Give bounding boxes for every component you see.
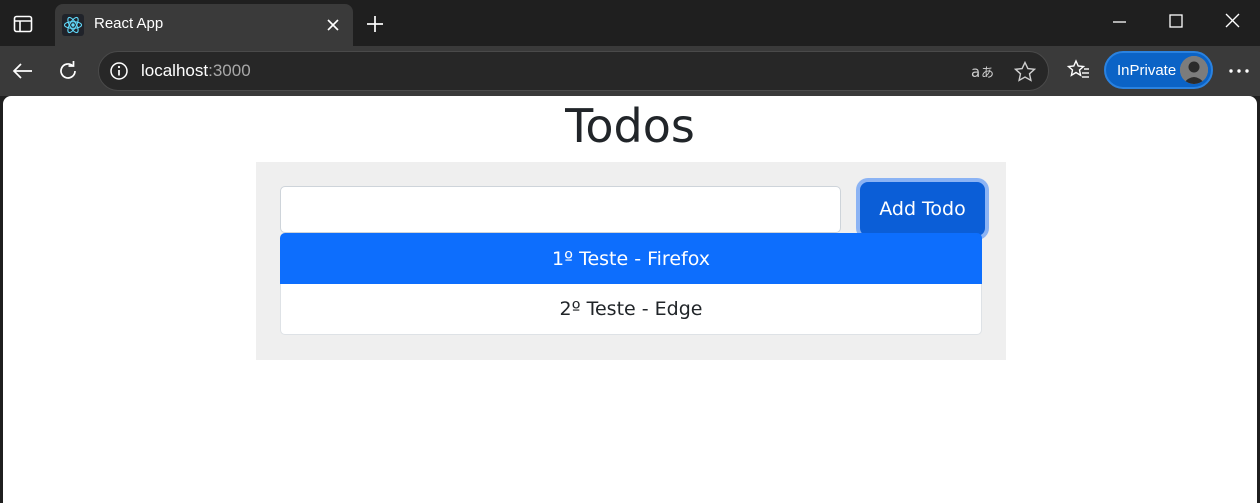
url-host: localhost — [141, 61, 209, 80]
favorites-icon[interactable] — [1066, 58, 1092, 84]
url-port: :3000 — [208, 61, 251, 80]
add-todo-button[interactable]: Add Todo — [860, 182, 985, 236]
close-icon[interactable] — [325, 17, 341, 33]
react-logo-icon — [62, 14, 84, 36]
todo-input[interactable] — [280, 186, 841, 233]
inprivate-label: InPrivate — [1117, 62, 1177, 79]
todo-list: 1º Teste - Firefox 2º Teste - Edge — [280, 233, 982, 335]
avatar — [1180, 56, 1208, 84]
tab-actions-icon[interactable] — [11, 12, 35, 36]
todo-item-1[interactable]: 1º Teste - Firefox — [280, 233, 982, 284]
address-bar[interactable]: localhost:3000 aあ — [98, 51, 1049, 91]
refresh-icon[interactable] — [55, 58, 81, 84]
browser-toolbar: localhost:3000 aあ InPrivate — [0, 46, 1260, 96]
new-tab-icon[interactable] — [363, 12, 387, 36]
page-viewport: Todos Add Todo 1º Teste - Firefox 2º Tes… — [3, 96, 1257, 503]
more-icon[interactable] — [1226, 58, 1252, 84]
title-bar: React App — [0, 0, 1260, 46]
info-icon[interactable] — [109, 61, 129, 81]
tab-title: React App — [94, 15, 164, 32]
back-icon[interactable] — [10, 58, 36, 84]
inprivate-button[interactable]: InPrivate — [1104, 51, 1213, 89]
browser-tab[interactable]: React App — [55, 4, 353, 46]
star-icon[interactable] — [1013, 60, 1037, 84]
page-title: Todos — [565, 99, 695, 153]
read-aloud-icon[interactable]: aあ — [971, 61, 995, 83]
maximize-icon[interactable] — [1163, 10, 1189, 36]
todo-item-2[interactable]: 2º Teste - Edge — [280, 284, 982, 335]
window-close-icon[interactable] — [1220, 10, 1246, 36]
svg-text:a: a — [971, 63, 980, 81]
url-text: localhost:3000 — [141, 61, 251, 81]
todo-panel: Add Todo 1º Teste - Firefox 2º Teste - E… — [256, 162, 1006, 360]
minimize-icon[interactable] — [1106, 10, 1132, 36]
svg-text:あ: あ — [981, 66, 994, 81]
